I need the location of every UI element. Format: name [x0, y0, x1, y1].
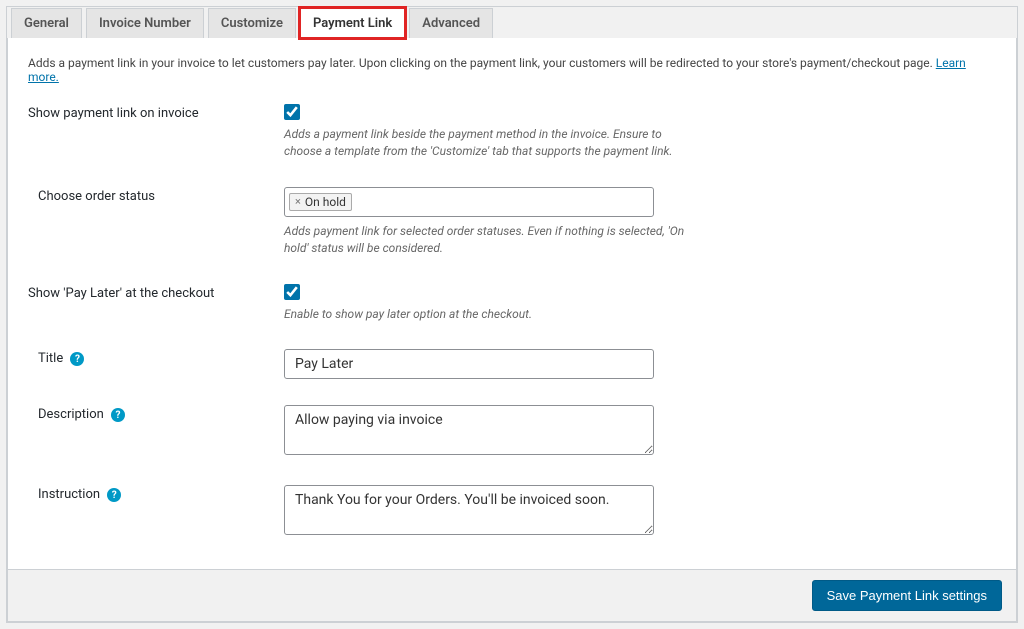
pay-later-label: Show 'Pay Later' at the checkout [28, 284, 284, 301]
footer-bar: Save Payment Link settings [7, 570, 1017, 622]
instruction-label: Instruction ? [28, 485, 284, 503]
instruction-input[interactable] [284, 485, 654, 535]
help-icon[interactable]: ? [107, 488, 121, 502]
description-label: Description ? [28, 405, 284, 423]
show-link-description: Adds a payment link beside the payment m… [284, 126, 702, 161]
tab-general[interactable]: General [11, 8, 82, 38]
chip-remove-icon[interactable]: × [295, 196, 301, 207]
save-button[interactable]: Save Payment Link settings [812, 580, 1002, 611]
tab-content: Adds a payment link in your invoice to l… [7, 37, 1017, 570]
tab-invoice-number[interactable]: Invoice Number [86, 8, 204, 38]
tab-advanced[interactable]: Advanced [409, 8, 493, 38]
description-input[interactable] [284, 405, 654, 455]
order-status-select[interactable]: × On hold [284, 187, 654, 217]
order-status-label: Choose order status [28, 187, 284, 204]
pay-later-checkbox[interactable] [284, 284, 300, 300]
help-icon[interactable]: ? [111, 408, 125, 422]
settings-tabs: General Invoice Number Customize Payment… [7, 8, 1017, 38]
chip-label: On hold [305, 195, 346, 209]
title-label: Title ? [28, 349, 284, 367]
pay-later-description: Enable to show pay later option at the c… [284, 306, 702, 323]
tab-payment-link[interactable]: Payment Link [300, 8, 405, 38]
title-input[interactable] [284, 349, 654, 379]
show-link-label: Show payment link on invoice [28, 104, 284, 121]
intro-text: Adds a payment link in your invoice to l… [28, 56, 996, 84]
order-status-description: Adds payment link for selected order sta… [284, 223, 702, 258]
intro-body: Adds a payment link in your invoice to l… [28, 56, 936, 70]
show-link-checkbox[interactable] [284, 104, 300, 120]
tab-customize[interactable]: Customize [208, 8, 296, 38]
help-icon[interactable]: ? [70, 352, 84, 366]
order-status-chip[interactable]: × On hold [289, 193, 352, 211]
